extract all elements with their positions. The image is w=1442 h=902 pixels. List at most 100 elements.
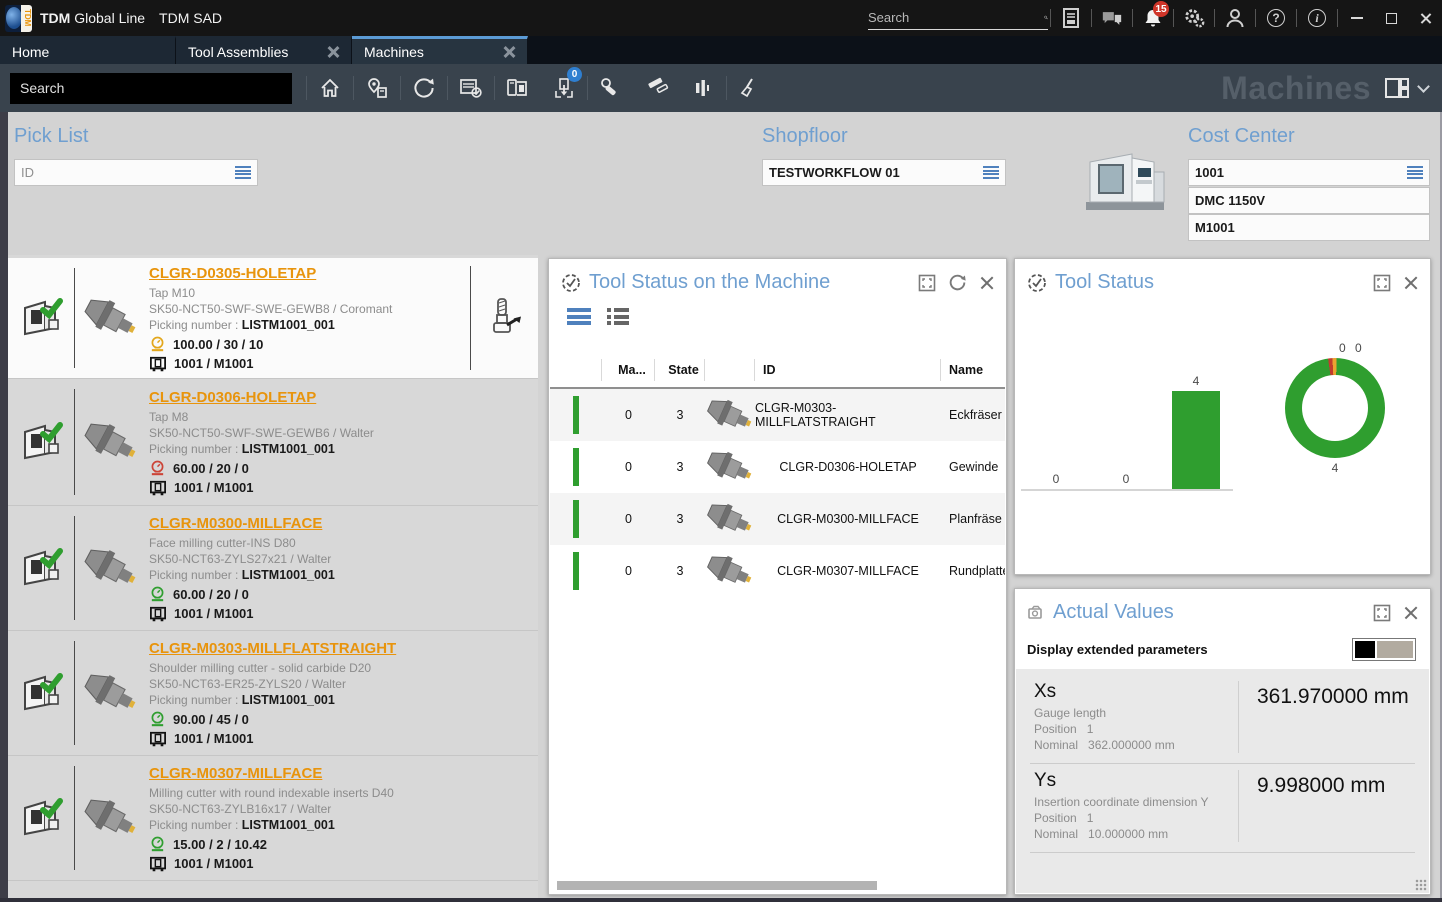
chevron-down-icon[interactable] <box>1417 80 1430 93</box>
pick-list-id-field[interactable] <box>14 159 258 186</box>
list-view-icon[interactable] <box>567 308 591 325</box>
tool-life-values: 100.00 / 30 / 10 <box>173 337 263 352</box>
tool-id-link[interactable]: CLGR-M0303-MILLFLATSTRAIGHT <box>149 640 396 657</box>
help-icon[interactable]: ? <box>1258 0 1294 36</box>
tab-close-icon[interactable] <box>327 46 339 58</box>
toolbar-search[interactable] <box>10 73 292 104</box>
layout-switcher-icon[interactable] <box>1385 78 1409 98</box>
col-name[interactable]: Name <box>941 359 1005 381</box>
expand-icon[interactable] <box>1373 274 1391 292</box>
expand-icon[interactable] <box>918 274 936 292</box>
report-icon[interactable] <box>1053 0 1089 36</box>
pick-list-id-input[interactable] <box>21 165 235 180</box>
donut-top-labels: 0 0 <box>1339 341 1365 355</box>
tool-life-gauge-icon <box>149 460 166 477</box>
toolbar-search-input[interactable] <box>20 80 282 96</box>
col-id[interactable]: ID <box>755 359 941 381</box>
user-icon[interactable] <box>1217 0 1253 36</box>
refresh-icon[interactable] <box>948 273 967 292</box>
resize-grip[interactable] <box>1415 879 1427 891</box>
table-row[interactable]: 0 3 CLGR-D0306-HOLETAP Gewinde <box>550 441 1005 493</box>
tool-disassemble-icon[interactable] <box>634 64 680 112</box>
tab-tool-assemblies[interactable]: Tool Assemblies <box>176 36 352 64</box>
messages-icon[interactable] <box>1094 0 1130 36</box>
close-icon[interactable] <box>1403 605 1418 620</box>
list-item[interactable]: CLGR-M0303-MILLFLATSTRAIGHT Shoulder mil… <box>8 630 538 755</box>
machine-name-field[interactable] <box>1188 187 1430 214</box>
list-item[interactable]: CLGR-M0307-MILLFACE Milling cutter with … <box>8 755 538 880</box>
tab-machines[interactable]: Machines <box>352 36 528 64</box>
cell-state: 3 <box>655 408 705 422</box>
minimize-button[interactable] <box>1340 0 1374 36</box>
close-icon[interactable] <box>1403 275 1418 290</box>
tool-assemble-icon[interactable] <box>588 64 634 112</box>
cell-id: CLGR-M0303-MILLFLATSTRAIGHT <box>755 401 941 429</box>
tool-unload-icon[interactable] <box>470 266 538 370</box>
tool-id-link[interactable]: CLGR-M0300-MILLFACE <box>149 515 322 532</box>
list-item[interactable]: CLGR-D0305-HOLETAP Tap M10 SK50-NCT50-SW… <box>8 258 538 378</box>
cell-state: 3 <box>655 460 705 474</box>
settings-gears-icon[interactable] <box>1176 0 1212 36</box>
cell-name: Eckfräser <box>941 408 1005 422</box>
tab-home[interactable]: Home <box>0 36 176 64</box>
table-row[interactable]: 0 3 CLGR-M0307-MILLFACE Rundplattenf <box>550 545 1005 597</box>
status-bar-chart: 0 0 4 <box>1021 359 1233 491</box>
list-item[interactable]: CLGR-M0300-MILLFACE Face milling cutter-… <box>8 505 538 630</box>
download-to-machine-icon[interactable]: 0 <box>541 64 587 112</box>
shopfloor-menu-icon[interactable] <box>983 166 999 179</box>
tab-label: Tool Assemblies <box>188 44 288 60</box>
tab-label: Machines <box>364 44 424 60</box>
machine-name-input[interactable] <box>1195 193 1423 208</box>
panel-title: Tool Status <box>1055 271 1373 294</box>
list-check-icon[interactable] <box>448 64 494 112</box>
list-item[interactable]: CLGR-D0306-HOLETAP Tap M8 SK50-NCT50-SWF… <box>8 378 538 505</box>
cost-center-menu-icon[interactable] <box>1407 166 1423 179</box>
search-icon[interactable] <box>1044 9 1048 26</box>
machine-number-input[interactable] <box>1195 220 1423 235</box>
titlebar-search[interactable] <box>868 6 1048 30</box>
detail-view-icon[interactable] <box>607 308 629 325</box>
home-icon[interactable] <box>307 64 353 112</box>
col-magazine[interactable]: Ma... <box>602 359 655 381</box>
bar <box>1172 391 1220 489</box>
param-actual-value: 9.998000 mm <box>1239 770 1415 842</box>
notifications-bell-icon[interactable]: 15 <box>1135 0 1171 36</box>
clear-broom-icon[interactable] <box>727 64 773 112</box>
col-state[interactable]: State <box>655 359 705 381</box>
expand-icon[interactable] <box>1373 604 1391 622</box>
measure-bars-icon[interactable] <box>680 64 726 112</box>
maximize-button[interactable] <box>1374 0 1408 36</box>
tool-image <box>705 556 755 586</box>
cost-center-title: Cost Center <box>1188 125 1295 148</box>
tool-id-link[interactable]: CLGR-D0306-HOLETAP <box>149 389 316 406</box>
tab-close-icon[interactable] <box>503 46 515 58</box>
bar-value-label: 0 <box>1053 472 1060 486</box>
table-row[interactable]: 0 3 CLGR-M0303-MILLFLATSTRAIGHT Eckfräse… <box>550 389 1005 441</box>
tool-description: Shoulder milling cutter - solid carbide … <box>149 660 538 676</box>
table-row[interactable]: 0 3 CLGR-M0300-MILLFACE Planfräse <box>550 493 1005 545</box>
machine-transfer-icon[interactable] <box>495 64 541 112</box>
tool-status-panel: Tool Status 0 0 4 <box>1014 258 1431 575</box>
cell-id: CLGR-M0307-MILLFACE <box>755 564 941 578</box>
info-icon[interactable]: i <box>1299 0 1335 36</box>
tool-holder: SK50-NCT63-ZYLS27x21 / Walter <box>149 551 538 567</box>
tool-id-link[interactable]: CLGR-D0305-HOLETAP <box>149 265 316 282</box>
horizontal-scrollbar[interactable] <box>557 881 877 890</box>
tool-id-link[interactable]: CLGR-M0307-MILLFACE <box>149 765 322 782</box>
panel-title: Actual Values <box>1053 601 1373 624</box>
cost-center-field[interactable] <box>1188 159 1430 186</box>
tool-location-icon[interactable] <box>354 64 400 112</box>
titlebar-search-input[interactable] <box>868 10 1044 25</box>
refresh-icon[interactable] <box>401 64 447 112</box>
shopfloor-input[interactable] <box>769 165 983 180</box>
shopfloor-field[interactable] <box>762 159 1006 186</box>
machine-number-field[interactable] <box>1188 214 1430 241</box>
tool-life-gauge-icon <box>149 836 166 853</box>
cabinet-icon <box>149 356 167 372</box>
pick-list-menu-icon[interactable] <box>235 166 251 179</box>
close-icon[interactable] <box>979 275 994 290</box>
close-button[interactable] <box>1408 0 1442 36</box>
extended-parameters-toggle[interactable] <box>1352 638 1416 661</box>
tool-life-gauge-icon <box>149 336 166 353</box>
cost-center-input[interactable] <box>1195 165 1407 180</box>
